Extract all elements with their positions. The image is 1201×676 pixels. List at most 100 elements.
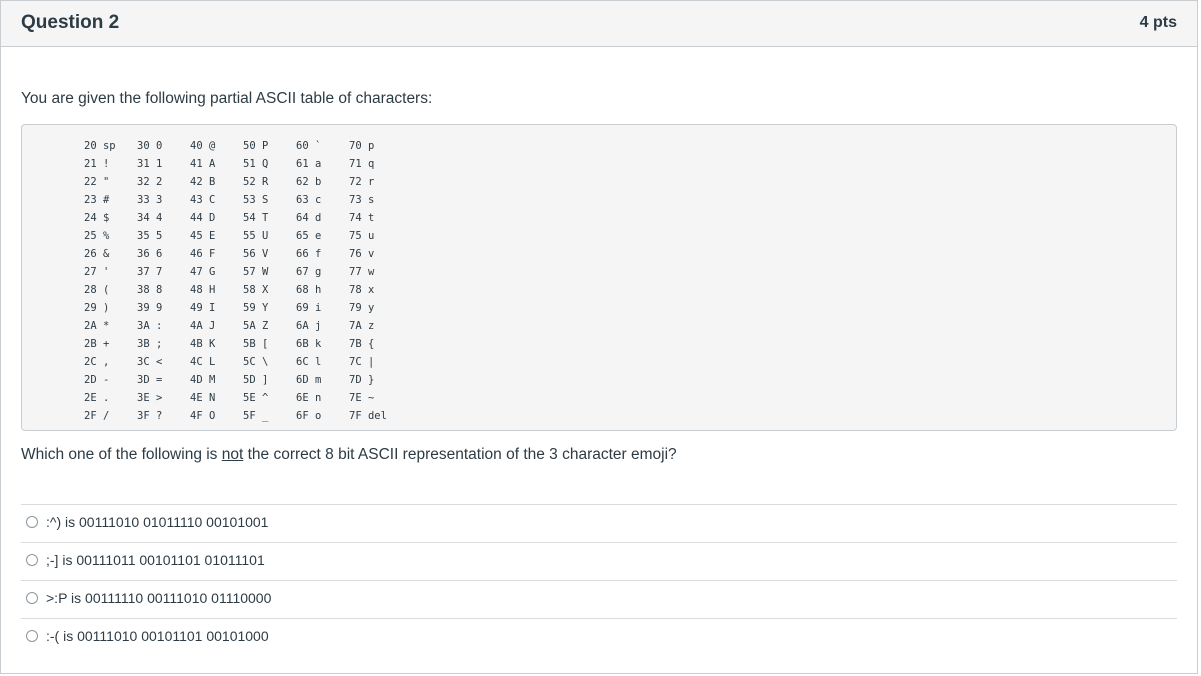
question-points: 4 pts — [1139, 14, 1177, 31]
answer-option[interactable]: :^) is 00111010 01011110 00101001 — [21, 504, 1177, 542]
ascii-table-cell: 73 s — [349, 194, 375, 206]
ascii-table-cell: 6F o — [296, 410, 322, 422]
ascii-table-cell: 26 & — [84, 248, 110, 260]
ascii-table-cell: 53 S — [243, 194, 269, 206]
ascii-table-cell: 6E n — [296, 392, 322, 404]
ascii-table-row: 2A * 3A : 4A J 5A Z 6A j 7A z — [84, 317, 484, 335]
ascii-table-cell: 28 ( — [84, 284, 110, 296]
ascii-table-cell: 72 r — [349, 176, 375, 188]
ascii-table-cell: 24 $ — [84, 212, 110, 224]
ascii-table-cell: 2C , — [84, 356, 110, 368]
ascii-table-row: 2D - 3D = 4D M 5D ] 6D m 7D } — [84, 371, 484, 389]
ascii-table-cell: 32 2 — [137, 176, 163, 188]
ascii-table-cell: 29 ) — [84, 302, 110, 314]
ascii-table-cell: 7A z — [349, 320, 375, 332]
ascii-table-cell: 2F / — [84, 410, 110, 422]
radio-button[interactable] — [26, 516, 38, 528]
ascii-table-cell: 70 p — [349, 140, 375, 152]
ascii-table-cell: 49 I — [190, 302, 216, 314]
ascii-table-cell: 75 u — [349, 230, 375, 242]
ascii-table-cell: 58 X — [243, 284, 269, 296]
ascii-table-cell: 66 f — [296, 248, 322, 260]
ascii-table-cell: 56 V — [243, 248, 269, 260]
ascii-table-cell: 20 sp — [84, 140, 116, 152]
ascii-table-cell: 2D - — [84, 374, 110, 386]
answer-label[interactable]: ;-] is 00111011 00101101 01011101 — [46, 552, 265, 568]
ascii-table-cell: 4B K — [190, 338, 216, 350]
ascii-table-box: 20 sp 30 0 40 @ 50 P 60 ` 70 p 21 ! 31 1 41 A 51 … — [21, 124, 1177, 431]
ascii-table-row: 23 # 33 3 43 C 53 S 63 c 73 s — [84, 191, 484, 209]
radio-button[interactable] — [26, 630, 38, 642]
ascii-table-cell: 5C \ — [243, 356, 269, 368]
ascii-table-cell: 34 4 — [137, 212, 163, 224]
ascii-table-cell: 6B k — [296, 338, 322, 350]
ascii-table-cell: 3B ; — [137, 338, 163, 350]
ascii-table-cell: 7B { — [349, 338, 375, 350]
ascii-table-cell: 4C L — [190, 356, 216, 368]
ascii-table-cell: 60 ` — [296, 140, 322, 152]
ascii-table-cell: 62 b — [296, 176, 322, 188]
answer-option[interactable]: ;-] is 00111011 00101101 01011101 — [21, 542, 1177, 580]
answer-label[interactable]: >:P is 00111110 00111010 01110000 — [46, 590, 271, 606]
ascii-table-cell: 76 v — [349, 248, 375, 260]
ascii-table-cell: 43 C — [190, 194, 216, 206]
ascii-table-cell: 7C | — [349, 356, 375, 368]
ascii-table-cell: 4E N — [190, 392, 216, 404]
question-text: Which one of the following is not the co… — [21, 446, 677, 464]
ascii-table-cell: 3D = — [137, 374, 163, 386]
radio-button[interactable] — [26, 592, 38, 604]
ascii-table-row: 25 % 35 5 45 E 55 U 65 e 75 u — [84, 227, 484, 245]
ascii-table-cell: 4F O — [190, 410, 216, 422]
answer-option[interactable]: >:P is 00111110 00111010 01110000 — [21, 580, 1177, 618]
ascii-table-cell: 5B [ — [243, 338, 269, 350]
ascii-table-cell: 69 i — [296, 302, 322, 314]
question-header: Question 2 4 pts — [1, 1, 1197, 47]
ascii-table-cell: 3F ? — [137, 410, 163, 422]
ascii-table-cell: 44 D — [190, 212, 216, 224]
ascii-table-row: 20 sp 30 0 40 @ 50 P 60 ` 70 p — [84, 137, 484, 155]
ascii-table-row: 28 (38 8 48 H 58 X 68 h 78 x — [84, 281, 484, 299]
ascii-table-cell: 42 B — [190, 176, 216, 188]
question-text-start: Which one of the following is — [21, 446, 222, 463]
question-prompt: You are given the following partial ASCI… — [21, 90, 433, 107]
ascii-table-cell: 67 g — [296, 266, 322, 278]
ascii-table-cell: 65 e — [296, 230, 322, 242]
ascii-table-cell: 22 " — [84, 176, 110, 188]
ascii-table-cell: 39 9 — [137, 302, 163, 314]
ascii-table-cell: 46 F — [190, 248, 216, 260]
ascii-table-cell: 30 0 — [137, 140, 163, 152]
answer-option[interactable]: :-( is 00111010 00101101 00101000 — [21, 618, 1177, 656]
ascii-table-row: 27 ' 37 7 47 G 57 W 67 g 77 w — [84, 263, 484, 281]
ascii-table-cell: 50 P — [243, 140, 269, 152]
ascii-table-cell: 55 U — [243, 230, 269, 242]
answer-label[interactable]: :^) is 00111010 01011110 00101001 — [46, 514, 268, 530]
ascii-table-cell: 27 ' — [84, 266, 110, 278]
ascii-table: 20 sp 30 0 40 @ 50 P 60 ` 70 p 21 ! 31 1 41 A 51 … — [84, 137, 484, 425]
ascii-table-cell: 23 # — [84, 194, 110, 206]
ascii-table-cell: 48 H — [190, 284, 216, 296]
ascii-table-cell: 2B + — [84, 338, 110, 350]
ascii-table-cell: 64 d — [296, 212, 322, 224]
ascii-table-cell: 74 t — [349, 212, 375, 224]
question-text-end: the correct 8 bit ASCII representation o… — [243, 446, 677, 463]
ascii-table-cell: 6A j — [296, 320, 322, 332]
ascii-table-cell: 5A Z — [243, 320, 269, 332]
ascii-table-cell: 4A J — [190, 320, 216, 332]
ascii-table-cell: 41 A — [190, 158, 216, 170]
radio-button[interactable] — [26, 554, 38, 566]
ascii-table-cell: 54 T — [243, 212, 269, 224]
ascii-table-cell: 57 W — [243, 266, 269, 278]
answer-label[interactable]: :-( is 00111010 00101101 00101000 — [46, 628, 269, 644]
question-text-emphasis: not — [221, 446, 244, 463]
ascii-table-cell: 7D } — [349, 374, 375, 386]
ascii-table-cell: 3C < — [137, 356, 163, 368]
ascii-table-cell: 63 c — [296, 194, 322, 206]
ascii-table-cell: 5D ] — [243, 374, 269, 386]
question-title: Question 2 — [21, 12, 120, 33]
ascii-table-cell: 6D m — [296, 374, 322, 386]
ascii-table-cell: 25 % — [84, 230, 110, 242]
ascii-table-cell: 5F _ — [243, 410, 269, 422]
answer-list: :^) is 00111010 01011110 00101001 ;-] is… — [21, 504, 1177, 656]
ascii-table-cell: 3A : — [137, 320, 163, 332]
ascii-table-cell: 61 a — [296, 158, 322, 170]
